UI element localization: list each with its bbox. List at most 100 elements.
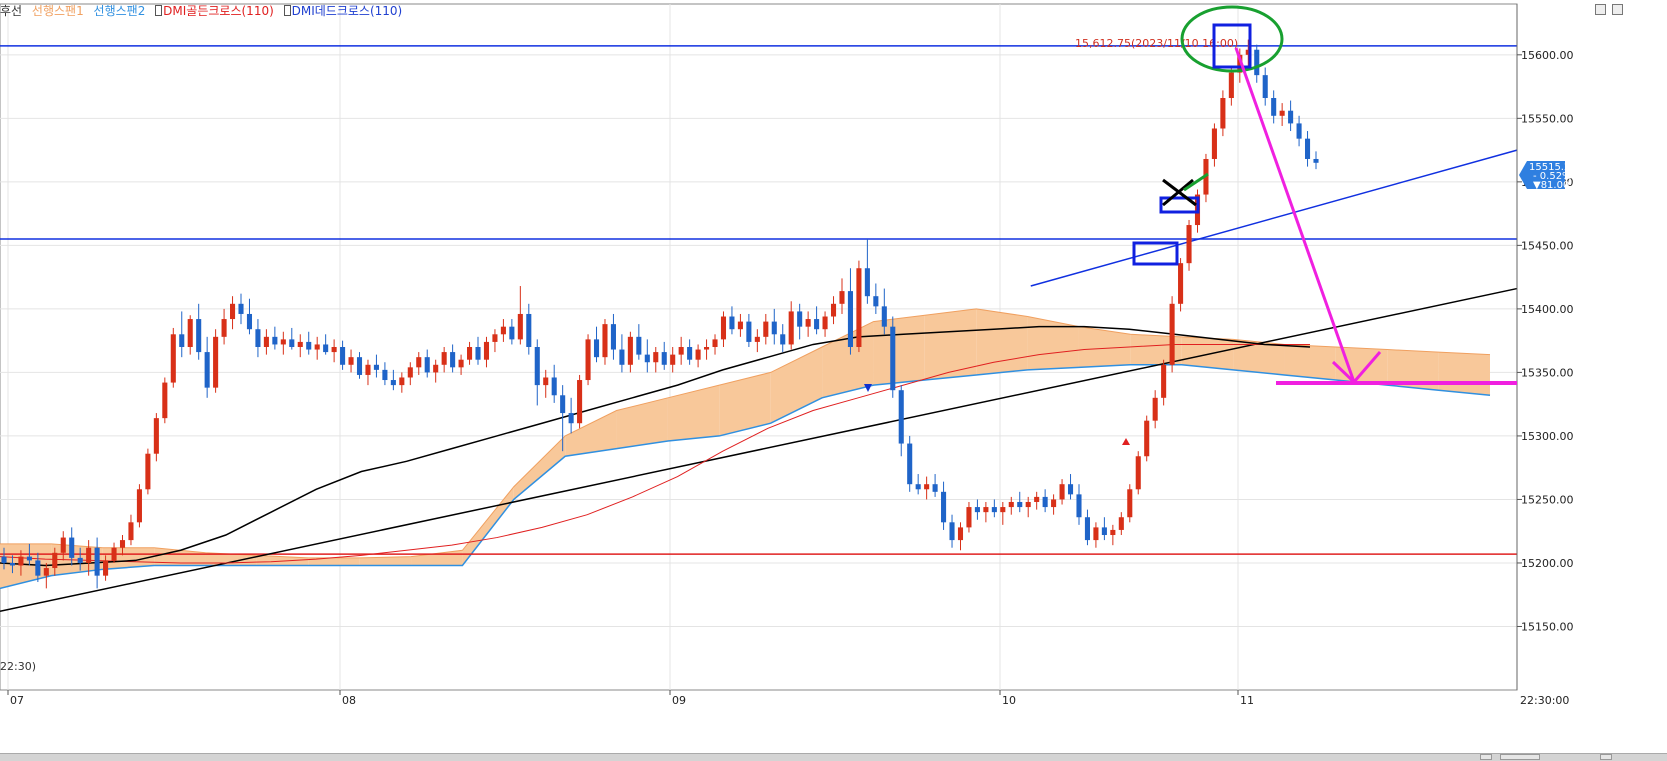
candle-body (1169, 303, 1175, 365)
candle-body (69, 537, 75, 558)
candle-body (416, 357, 422, 368)
candle-body (467, 347, 473, 360)
candle-body (170, 334, 176, 383)
candle-body (907, 443, 913, 485)
candle-body (949, 522, 955, 541)
window-buttons (1595, 4, 1623, 15)
candle-body (526, 313, 532, 347)
checkbox-icon[interactable] (283, 5, 291, 16)
candle-body (162, 382, 168, 419)
price-chart[interactable]: 07 08 09 10 11 22:30:00 15150.00 15200.00 15250.… (0, 0, 1667, 760)
checkbox-icon[interactable] (155, 5, 163, 16)
candle-body (1161, 364, 1167, 398)
candle-body (1186, 225, 1192, 264)
candle-body (966, 507, 972, 528)
candle-body (356, 357, 363, 375)
candle-body (856, 268, 862, 347)
candle-body (1110, 529, 1116, 536)
candle-body (483, 341, 490, 360)
y-tick-label: 15400.00 (1521, 303, 1574, 316)
candle-body (602, 324, 608, 358)
candle-body (1017, 501, 1023, 508)
candle-body (847, 291, 853, 347)
scroll-thumb[interactable] (1500, 754, 1540, 760)
candle-body (1084, 517, 1090, 541)
candle-body (458, 359, 464, 368)
candle-body (509, 326, 515, 340)
candle-body (373, 364, 379, 370)
cloud-segment (1438, 352, 1490, 396)
candle-body (1059, 484, 1065, 500)
scroll-left-icon[interactable] (1480, 754, 1492, 760)
candle-body (103, 560, 109, 576)
candle-body (543, 377, 549, 386)
maximize-icon[interactable] (1612, 4, 1623, 15)
candle-body (932, 484, 938, 492)
candle-body (18, 556, 24, 566)
legend-span2: 선행스팬2 (93, 4, 146, 18)
candle-body (551, 377, 557, 396)
x-tick-label: 10 (1002, 694, 1016, 707)
candle-body (255, 329, 261, 347)
candle-body (1, 556, 7, 563)
cloud-segment (1284, 344, 1336, 381)
x-end-label: 22:30:00 (1520, 694, 1569, 707)
candle-body (43, 568, 49, 576)
candle-body (1076, 494, 1082, 518)
candle-body (1093, 527, 1099, 541)
candle-body (1178, 263, 1184, 304)
candle-body (873, 296, 879, 307)
price-tag-change: ▼81.00 (1533, 180, 1569, 191)
candle-body (983, 507, 989, 513)
candle-body (9, 562, 16, 566)
candle-body (661, 352, 667, 365)
candle-body (1296, 123, 1302, 139)
candle-body (60, 537, 66, 553)
candle-body (246, 313, 253, 330)
candle-body (424, 357, 430, 373)
candle-body (1025, 501, 1031, 508)
candle-body (1042, 496, 1048, 508)
candle-body (441, 352, 447, 365)
y-tick-label: 15200.00 (1521, 557, 1574, 570)
candle-body (1211, 128, 1217, 159)
candle-body (720, 316, 727, 340)
candle-body (297, 341, 303, 347)
candle-body (340, 347, 346, 365)
candle-body (780, 334, 786, 345)
candle-body (348, 357, 354, 365)
y-tick-label: 15300.00 (1521, 430, 1574, 443)
candle-body (1135, 456, 1141, 490)
time-label: 22:30) (0, 660, 36, 673)
candle-body (560, 395, 566, 414)
minimize-icon[interactable] (1595, 4, 1606, 15)
x-tick-label: 08 (342, 694, 356, 707)
scroll-right-icon[interactable] (1600, 754, 1612, 760)
candle-body (822, 316, 828, 330)
candle-body (653, 352, 659, 363)
candle-body (500, 326, 506, 335)
legend: 후선 선행스팬1 선행스팬2 DMI골든크로스(110) DMI데드크로스(11… (0, 2, 408, 19)
candle-body (687, 347, 693, 360)
candle-body (280, 339, 286, 345)
candle-body (111, 547, 117, 561)
candle-body (678, 347, 684, 355)
y-tick-label: 15450.00 (1521, 239, 1574, 252)
candle-body (644, 354, 650, 363)
candle-body (289, 339, 295, 347)
candle-body (450, 352, 456, 368)
candle-body (695, 349, 701, 360)
candle-body (517, 313, 523, 340)
candle-body (941, 491, 947, 523)
candle-body (915, 484, 921, 490)
candle-body (475, 347, 481, 360)
candle-body (306, 341, 312, 350)
candle-body (1008, 501, 1014, 508)
candle-body (1051, 499, 1057, 508)
candle-body (263, 336, 269, 347)
candle-body (187, 319, 193, 347)
candle-body (839, 291, 845, 304)
legend-prefix: 후선 (0, 4, 23, 18)
candle-body (52, 552, 58, 569)
candle-body (1127, 489, 1133, 518)
